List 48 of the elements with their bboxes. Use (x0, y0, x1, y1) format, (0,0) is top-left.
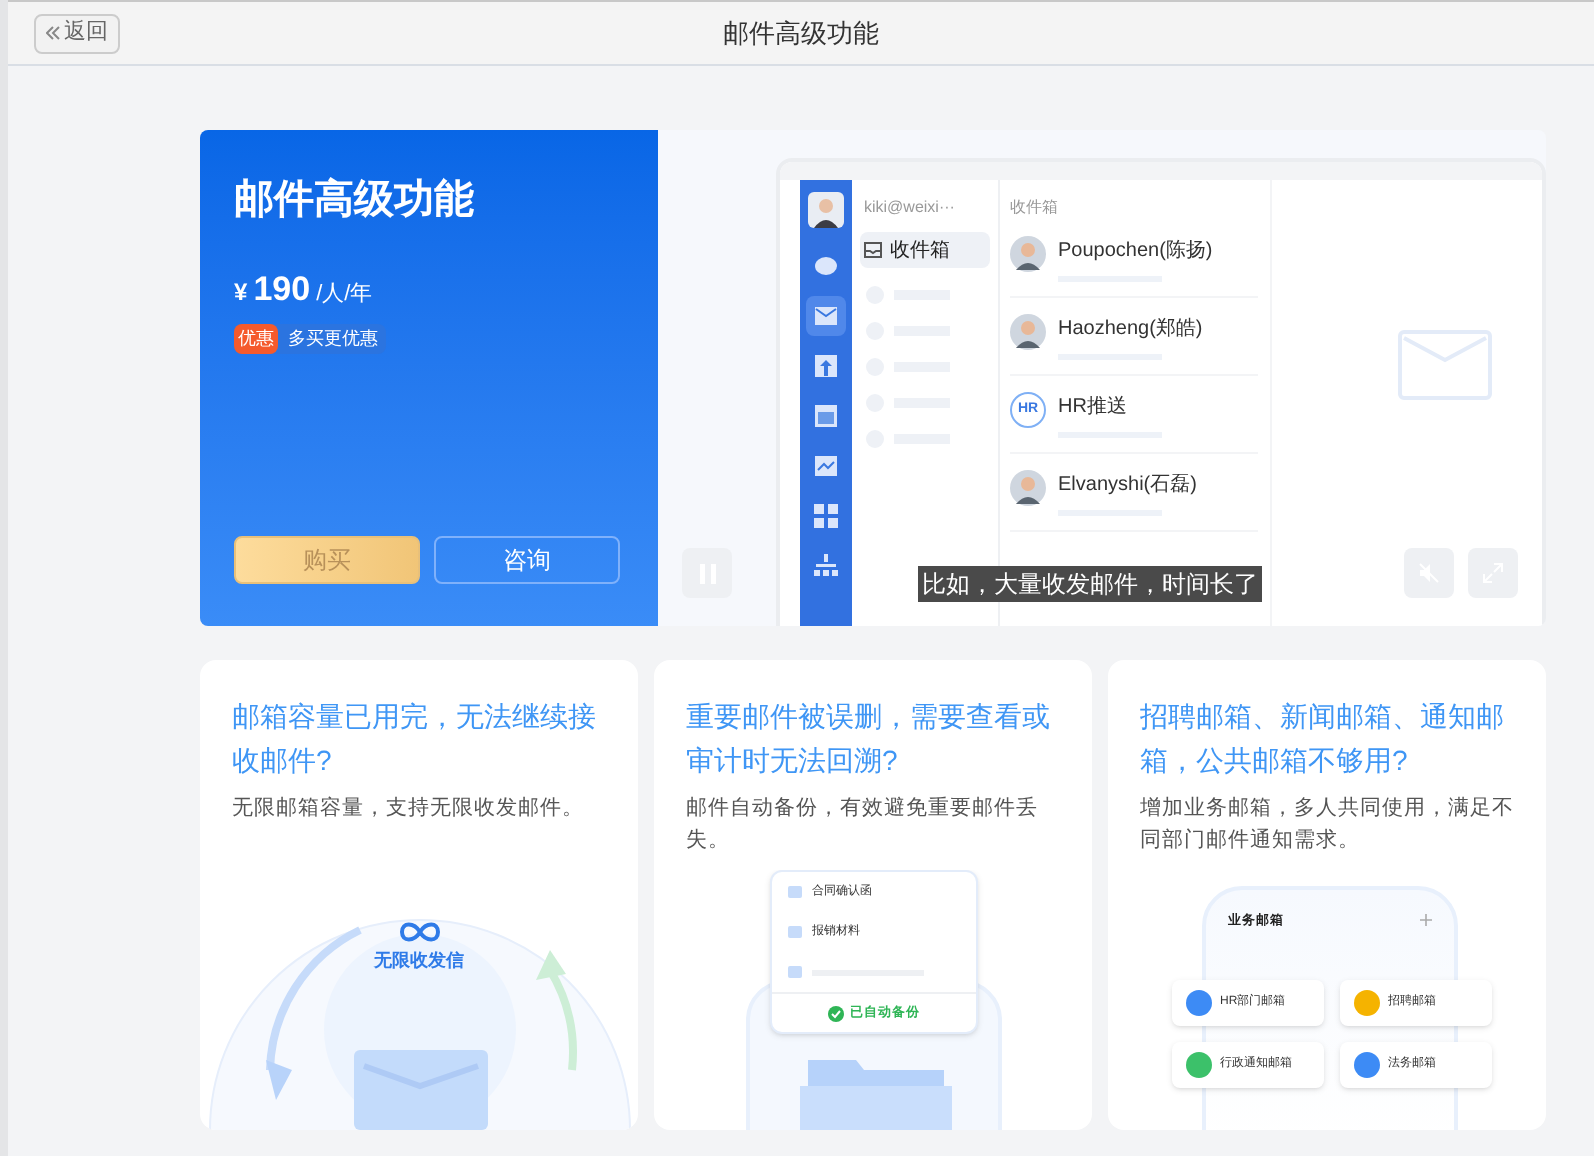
price-unit: /人/年 (316, 280, 373, 310)
sender-name: HR推送 (1058, 394, 1129, 422)
chat-icon (814, 254, 838, 278)
mail-icon (788, 886, 802, 898)
sender-name: Elvanyshi(石磊) (1058, 472, 1197, 500)
card-description: 邮件自动备份，有效避免重要邮件丢失。 (686, 794, 1040, 856)
card-description: 无限邮箱容量，支持无限收发邮件。 (232, 794, 586, 824)
nav-item[interactable] (806, 296, 846, 336)
folder-icon (800, 1060, 952, 1130)
mail-icon (788, 926, 802, 938)
page-title: 邮件高级功能 (723, 15, 879, 52)
sender-name: Poupochen(陈扬) (1058, 238, 1213, 266)
video-subtitle: 比如，大量收发邮件，时间长了 (918, 566, 1262, 602)
infinity-icon (397, 920, 441, 944)
grid-icon (814, 504, 838, 528)
card-title: 招聘邮箱、新闻邮箱、通知邮箱，公共邮箱不够用? (1140, 698, 1506, 780)
message-row[interactable]: Poupochen(陈扬) (1010, 220, 1258, 298)
org-chart-icon (814, 554, 838, 578)
card-description: 增加业务邮箱，多人共同使用，满足不同部门邮件通知需求。 (1140, 794, 1514, 856)
price: 190 (253, 268, 311, 312)
folder-item[interactable]: 收件箱 (860, 232, 990, 268)
avatar (1010, 314, 1046, 350)
inbox-icon (864, 242, 882, 258)
avatar (1010, 236, 1046, 272)
check-circle-icon (828, 1005, 844, 1021)
card-title: 邮箱容量已用完，无法继续接收邮件? (232, 698, 598, 780)
illustration-caption: 无限收发信 (374, 948, 464, 974)
back-button[interactable]: 返回 (34, 13, 120, 53)
promo-badge: 优惠 (234, 323, 278, 354)
mail-icon (788, 966, 802, 978)
message-row[interactable]: Elvanyshi(石磊) (1010, 454, 1258, 532)
product-title: 邮件高级功能 (234, 175, 476, 226)
double-chevron-icon (46, 26, 60, 40)
avatar (808, 192, 844, 228)
envelope-icon (354, 1050, 488, 1130)
message-row[interactable]: Haozheng(郑皓) (1010, 298, 1258, 376)
list-title: 收件箱 (1010, 196, 1060, 220)
consult-button[interactable]: 咨询 (434, 536, 620, 584)
envelope-icon (1398, 330, 1492, 400)
currency-symbol: ¥ (234, 276, 248, 310)
sender-name: Haozheng(郑皓) (1058, 315, 1203, 344)
promo-text: 多买更优惠 (288, 325, 378, 351)
card-title: 重要邮件被误删，需要查看或审计时无法回溯? (686, 698, 1052, 780)
plus-icon (1420, 914, 1432, 926)
upload-icon (814, 354, 838, 378)
avatar (1010, 470, 1046, 506)
mail-icon (814, 304, 838, 328)
account-email: kiki@weixi··· (862, 196, 957, 220)
